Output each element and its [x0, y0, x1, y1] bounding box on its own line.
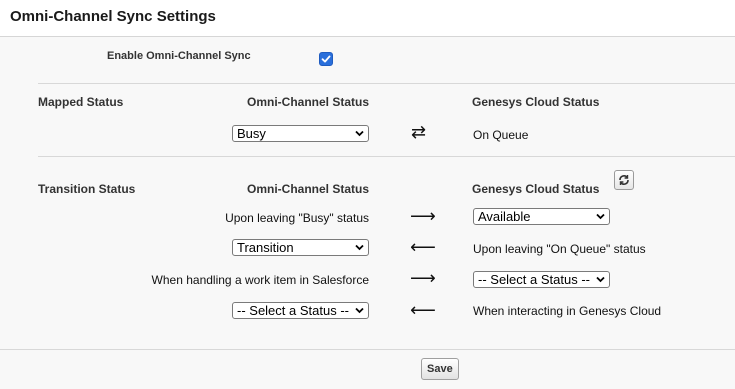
handling-work-item-text: When handling a work item in Salesforce [151, 273, 369, 287]
enable-sync-checkbox[interactable] [319, 52, 333, 66]
leaving-on-queue-omni-select[interactable]: Transition [232, 239, 369, 256]
chevron-down-icon [596, 276, 605, 283]
bidirectional-arrow-icon: ⇄ [411, 122, 427, 143]
mapped-omni-heading: Omni-Channel Status [247, 95, 370, 109]
select-value: Transition [237, 240, 294, 255]
left-arrow-icon: ⟵ [410, 237, 436, 258]
mapped-genesys-status: On Queue [473, 128, 529, 142]
refresh-icon [619, 175, 629, 185]
left-arrow-icon: ⟵ [410, 300, 436, 321]
right-arrow-icon: ⟶ [410, 206, 436, 227]
chevron-down-icon [355, 130, 364, 137]
interacting-genesys-omni-select[interactable]: -- Select a Status -- [232, 302, 369, 319]
divider [38, 83, 735, 84]
leaving-on-queue-text: Upon leaving "On Queue" status [473, 242, 646, 256]
page-header: Omni-Channel Sync Settings [0, 0, 735, 37]
transition-genesys-heading: Genesys Cloud Status [472, 182, 600, 196]
select-value: -- Select a Status -- [237, 303, 349, 318]
select-value: Available [478, 209, 531, 224]
select-value: -- Select a Status -- [478, 272, 590, 287]
checkmark-icon [321, 55, 331, 63]
chevron-down-icon [596, 213, 605, 220]
refresh-button[interactable] [614, 170, 634, 190]
chevron-down-icon [355, 307, 364, 314]
page-title: Omni-Channel Sync Settings [10, 8, 216, 25]
transition-status-label: Transition Status [38, 182, 136, 196]
enable-sync-label: Enable Omni-Channel Sync [107, 50, 251, 62]
leaving-busy-text: Upon leaving "Busy" status [225, 211, 369, 225]
divider [0, 349, 735, 350]
transition-omni-heading: Omni-Channel Status [247, 182, 370, 196]
mapped-genesys-heading: Genesys Cloud Status [472, 95, 600, 109]
save-button[interactable]: Save [421, 358, 459, 380]
interacting-genesys-text: When interacting in Genesys Cloud [473, 304, 662, 318]
select-value: Busy [237, 126, 266, 141]
divider [38, 156, 735, 157]
mapped-omni-status-select[interactable]: Busy [232, 125, 369, 142]
chevron-down-icon [355, 244, 364, 251]
right-arrow-icon: ⟶ [410, 268, 436, 289]
leaving-busy-genesys-select[interactable]: Available [473, 208, 610, 225]
handling-work-item-genesys-select[interactable]: -- Select a Status -- [473, 271, 610, 288]
mapped-status-label: Mapped Status [38, 95, 124, 109]
